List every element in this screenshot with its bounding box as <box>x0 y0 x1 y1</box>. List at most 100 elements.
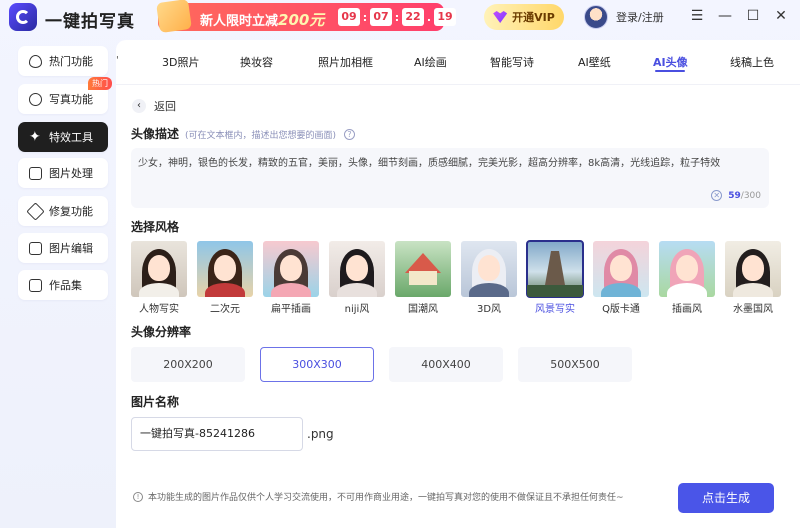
style-thumb <box>659 241 715 297</box>
sidebar-item-hot-features[interactable]: 热门功能 <box>18 46 108 76</box>
sidebar-item-label: 图片处理 <box>49 167 93 180</box>
style-label: 插画风 <box>672 304 702 315</box>
gallery-icon <box>29 278 42 292</box>
tab-photo-frame[interactable]: 照片加相框 <box>318 54 373 70</box>
close-icon[interactable]: ✕ <box>774 9 788 23</box>
tab-line-coloring[interactable]: 线稿上色 <box>730 54 774 70</box>
style-option-3d[interactable]: 3D风 <box>461 241 517 315</box>
help-icon[interactable]: ? <box>344 129 356 140</box>
fire-icon <box>29 54 42 68</box>
generate-button[interactable]: 点击生成 <box>678 483 774 513</box>
chevron-left-icon: ‹ <box>132 99 146 113</box>
countdown-seconds: 22 <box>402 8 424 26</box>
hot-badge: 热门 <box>88 77 112 90</box>
info-icon: ! <box>133 491 143 502</box>
active-tab-underline <box>655 70 685 72</box>
resolution-200[interactable]: 200X200 <box>131 347 245 382</box>
diamond-icon <box>493 11 508 23</box>
resolution-500[interactable]: 500X500 <box>518 347 632 382</box>
resolution-400[interactable]: 400X400 <box>389 347 503 382</box>
style-list: 人物写实 二次元 扁平插画 niji风 国潮风 3D风 风景写实 Q版卡通 插画… <box>131 240 791 316</box>
back-label: 返回 <box>154 100 176 113</box>
resolution-section-title: 头像分辨率 <box>131 325 192 339</box>
tool-tabs: ' 3D照片 换妆容 照片加相框 AI绘画 智能写诗 AI壁纸 AI头像 线稿上… <box>116 40 800 84</box>
resolution-300[interactable]: 300X300 <box>260 347 374 382</box>
description-text: 少女，神明，银色的长发，精致的五官，美丽，头像，细节刻画，质感细腻，完美光影，超… <box>138 158 721 169</box>
tab-ai-avatar[interactable]: AI头像 <box>653 54 688 70</box>
style-section-title: 选择风格 <box>131 220 180 234</box>
style-option-niji[interactable]: niji风 <box>329 241 385 315</box>
promo-banner[interactable]: 新人限时立减200元 09 : 07 : 22 . 19 <box>156 0 456 34</box>
portrait-icon <box>29 92 42 106</box>
disclaimer: ! 本功能生成的图片作品仅供个人学习交流使用，不可用作商业用途，一键拍写真对您的… <box>133 490 624 503</box>
tab-makeup[interactable]: 换妆容 <box>240 54 273 70</box>
sidebar-item-gallery[interactable]: 作品集 <box>18 270 108 300</box>
style-thumb <box>725 241 781 297</box>
image-name-input[interactable]: 一键拍写真-85241286 <box>131 417 303 451</box>
sidebar-item-portrait[interactable]: 写真功能 热门 <box>18 77 112 114</box>
sidebar-item-label: 图片编辑 <box>49 242 93 255</box>
main-panel: ‹ 返回 头像描述 (可在文本框内，描述出您想要的画面)? 少女，神明，银色的长发… <box>116 84 800 528</box>
desc-hint: (可在文本框内，描述出您想要的画面) <box>185 131 337 141</box>
tab-3d-photo[interactable]: 3D照片 <box>162 54 199 70</box>
gift-box-icon <box>156 0 192 34</box>
sidebar-item-repair[interactable]: 修复功能 <box>18 196 108 226</box>
countdown-centiseconds: 19 <box>434 8 456 26</box>
style-thumb <box>329 241 385 297</box>
style-option-q-cartoon[interactable]: Q版卡通 <box>593 241 649 315</box>
app-title: 一键拍写真 <box>45 12 135 32</box>
description-textarea[interactable]: 少女，神明，银色的长发，精致的五官，美丽，头像，细节刻画，质感细腻，完美光影，超… <box>131 148 769 208</box>
tab-ai-painting[interactable]: AI绘画 <box>414 54 447 70</box>
file-extension: .png <box>307 427 334 441</box>
countdown-hours: 09 <box>338 8 360 26</box>
sidebar-item-label: 热门功能 <box>49 55 93 68</box>
edit-icon <box>29 241 42 255</box>
app-logo-icon <box>9 3 37 31</box>
sidebar-item-image-process[interactable]: 图片处理 <box>18 158 108 188</box>
sidebar-item-effects[interactable]: ✦ 特效工具 <box>18 122 108 152</box>
style-thumb <box>593 241 649 297</box>
tab-ai-wallpaper[interactable]: AI壁纸 <box>578 54 611 70</box>
maximize-icon[interactable]: ☐ <box>746 9 760 23</box>
style-option-anime[interactable]: 二次元 <box>197 241 253 315</box>
sidebar-item-label: 特效工具 <box>49 131 93 144</box>
sparkle-icon: ✦ <box>29 128 41 145</box>
style-option-guochao[interactable]: 国潮风 <box>395 241 451 315</box>
style-thumb <box>197 241 253 297</box>
style-label: 人物写实 <box>139 304 179 315</box>
desc-section-title: 头像描述 (可在文本框内，描述出您想要的画面)? <box>131 125 356 142</box>
sidebar: 热门功能 写真功能 热门 ✦ 特效工具 图片处理 修复功能 图片编辑 作品集 <box>0 36 116 528</box>
login-button[interactable]: 登录/注册 <box>584 4 664 30</box>
minimize-icon[interactable]: — <box>718 9 732 23</box>
back-button[interactable]: ‹ 返回 <box>132 98 176 114</box>
sidebar-item-label: 写真功能 <box>49 93 93 106</box>
style-option-realistic[interactable]: 人物写实 <box>131 241 187 315</box>
sidebar-item-label: 作品集 <box>49 279 82 292</box>
open-vip-button[interactable]: 开通VIP <box>484 4 564 30</box>
disclaimer-text: 本功能生成的图片作品仅供个人学习交流使用，不可用作商业用途，一键拍写真对您的使用… <box>148 493 624 503</box>
sidebar-item-label: 修复功能 <box>49 205 93 218</box>
style-label: 国潮风 <box>408 304 438 315</box>
style-thumb <box>395 241 451 297</box>
style-thumb <box>131 241 187 297</box>
style-option-ink[interactable]: 水墨国风 <box>725 241 781 315</box>
login-label: 登录/注册 <box>616 11 664 24</box>
tabs-scroll-indicator: ' <box>116 55 119 66</box>
sidebar-item-image-edit[interactable]: 图片编辑 <box>18 233 108 263</box>
style-label: 二次元 <box>210 304 240 315</box>
image-icon <box>29 166 42 180</box>
style-option-flat[interactable]: 扁平插画 <box>263 241 319 315</box>
char-counter: ✕ 59/300 <box>711 190 761 201</box>
title-bar: 一键拍写真 新人限时立减200元 09 : 07 : 22 . 19 开通VIP… <box>0 0 800 36</box>
menu-icon[interactable]: ☰ <box>690 9 704 23</box>
wrench-icon <box>26 201 45 221</box>
style-thumb <box>526 240 584 298</box>
tab-ai-poem[interactable]: 智能写诗 <box>490 54 534 70</box>
style-option-illustration[interactable]: 插画风 <box>659 241 715 315</box>
clear-icon[interactable]: ✕ <box>711 190 723 201</box>
name-section-title: 图片名称 <box>131 395 180 409</box>
style-option-landscape[interactable]: 风景写实 <box>526 240 584 315</box>
vip-label: 开通VIP <box>512 11 555 24</box>
style-label: niji风 <box>344 304 370 315</box>
promo-text: 新人限时立减200元 <box>200 11 325 29</box>
